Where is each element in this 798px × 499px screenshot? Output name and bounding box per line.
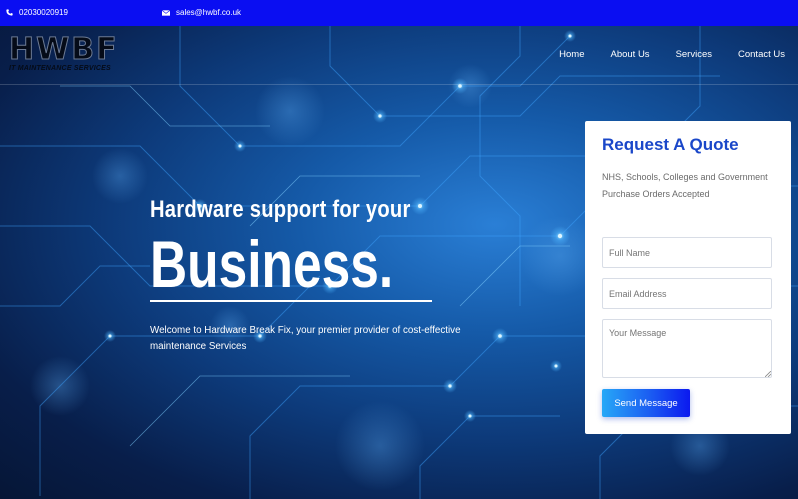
hero-heading: Business. bbox=[150, 227, 394, 301]
top-contact-bar: 02030020919 sales@hwbf.co.uk bbox=[0, 0, 798, 26]
quote-form-title: Request A Quote bbox=[602, 135, 739, 154]
main-navigation: HWBF IT MAINTENANCE SERVICES Home About … bbox=[0, 26, 798, 85]
heading-underline bbox=[150, 300, 432, 302]
purchase-order-note: NHS, Schools, Colleges and Government Pu… bbox=[602, 172, 768, 199]
message-textarea[interactable] bbox=[602, 319, 772, 378]
hero-section: HWBF IT MAINTENANCE SERVICES Home About … bbox=[0, 26, 798, 499]
nav-contact-us[interactable]: Contact Us bbox=[738, 49, 785, 60]
hero-welcome-text: Welcome to Hardware Break Fix, your prem… bbox=[150, 325, 461, 352]
nav-about-us[interactable]: About Us bbox=[610, 49, 649, 60]
logo-tagline: IT MAINTENANCE SERVICES bbox=[9, 65, 111, 72]
resize-handle-icon[interactable] bbox=[765, 371, 771, 377]
quote-form-card: Request A Quote NHS, Schools, Colleges a… bbox=[585, 121, 791, 434]
email-contact[interactable]: sales@hwbf.co.uk bbox=[162, 8, 241, 17]
email-address-input[interactable] bbox=[602, 278, 772, 309]
phone-icon bbox=[6, 9, 13, 16]
full-name-input[interactable] bbox=[602, 237, 772, 268]
phone-number: 02030020919 bbox=[19, 8, 68, 17]
hwbf-logo[interactable]: HWBF IT MAINTENANCE SERVICES bbox=[9, 32, 119, 72]
envelope-icon bbox=[162, 9, 170, 16]
nav-home[interactable]: Home bbox=[559, 49, 584, 60]
phone-contact[interactable]: 02030020919 bbox=[6, 8, 68, 17]
logo-wordmark: HWBF bbox=[9, 32, 119, 67]
email-address: sales@hwbf.co.uk bbox=[176, 8, 242, 17]
nav-menu: Home About Us Services Contact Us bbox=[533, 49, 785, 60]
hero-subheading: Hardware support for your bbox=[150, 196, 411, 223]
nav-services[interactable]: Services bbox=[676, 49, 712, 60]
send-message-button[interactable]: Send Message bbox=[602, 389, 690, 417]
